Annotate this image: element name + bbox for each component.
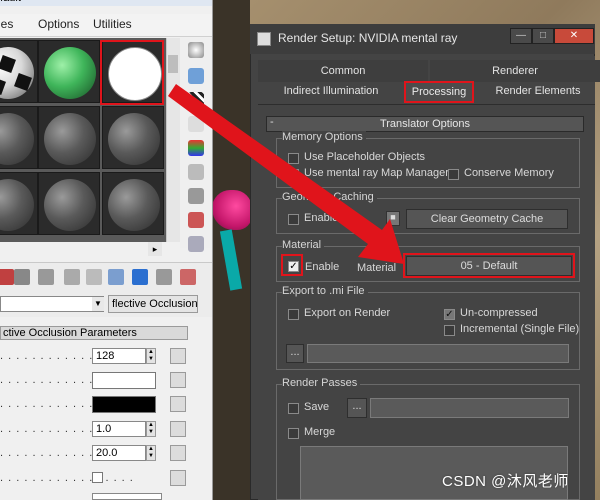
watermark: CSDN @沐风老师	[442, 473, 569, 490]
annotation-arrow	[168, 84, 404, 264]
annotation-arrow-shape	[168, 84, 404, 264]
